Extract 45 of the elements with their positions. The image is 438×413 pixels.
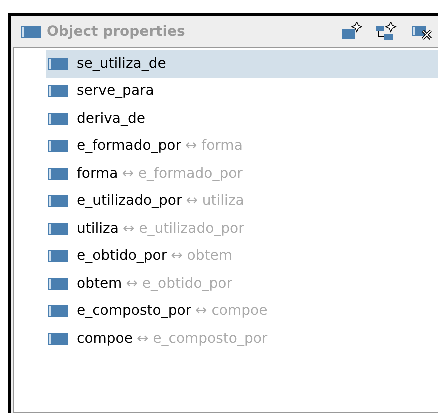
property-name: forma xyxy=(77,166,118,182)
inverse-property: ↔ e_composto_por xyxy=(136,330,268,347)
property-icon xyxy=(48,305,68,318)
property-icon xyxy=(48,85,68,98)
property-item[interactable]: obtem ↔ e_obtido_por xyxy=(46,270,438,298)
inverse-property: ↔ utiliza xyxy=(186,193,244,210)
inverse-property: ↔ forma xyxy=(186,138,243,154)
add-property-icon[interactable] xyxy=(342,22,362,40)
property-item[interactable]: deriva_de xyxy=(46,105,438,132)
property-item[interactable]: e_obtido_por ↔ obtem xyxy=(46,242,438,270)
property-icon xyxy=(48,112,68,125)
property-icon xyxy=(48,195,68,208)
property-name: compoe xyxy=(77,330,133,347)
property-icon xyxy=(48,140,68,152)
property-name: obtem xyxy=(77,276,122,292)
property-item[interactable]: compoe ↔ e_composto_por xyxy=(46,325,438,352)
inverse-property: ↔ e_formado_por xyxy=(122,166,243,182)
inverse-property: ↔ e_obtido_por xyxy=(126,276,232,292)
inverse-property: ↔ compoe xyxy=(196,303,268,320)
property-icon xyxy=(48,250,68,262)
property-item[interactable]: e_utilizado_por ↔ utiliza xyxy=(46,188,438,215)
property-icon xyxy=(48,332,68,345)
property-name: serve_para xyxy=(77,83,154,100)
property-icon xyxy=(48,58,68,70)
property-item[interactable]: se_utiliza_de xyxy=(46,50,438,78)
inverse-property: ↔ e_utilizado_por xyxy=(122,220,244,237)
property-name: e_utilizado_por xyxy=(77,193,182,210)
property-icon xyxy=(48,278,68,290)
property-name: deriva_de xyxy=(77,110,146,127)
inverse-property: ↔ obtem xyxy=(171,248,232,264)
add-subproperty-icon[interactable] xyxy=(376,22,398,40)
property-name: e_composto_por xyxy=(77,303,192,320)
property-icon xyxy=(48,168,68,180)
property-item[interactable]: serve_para xyxy=(46,78,438,105)
property-name: e_formado_por xyxy=(77,138,182,154)
property-icon xyxy=(48,222,68,235)
property-item[interactable]: utiliza ↔ e_utilizado_por xyxy=(46,215,438,242)
property-item[interactable]: e_formado_por ↔ forma xyxy=(46,132,438,160)
property-name: se_utiliza_de xyxy=(77,56,166,72)
panel-title: Object properties xyxy=(47,24,186,40)
property-item[interactable]: forma ↔ e_formado_por xyxy=(46,160,438,188)
property-item[interactable]: e_composto_por ↔ compoe xyxy=(46,298,438,325)
property-icon xyxy=(21,26,41,38)
property-name: e_obtido_por xyxy=(77,248,168,264)
property-name: utiliza xyxy=(77,220,119,237)
